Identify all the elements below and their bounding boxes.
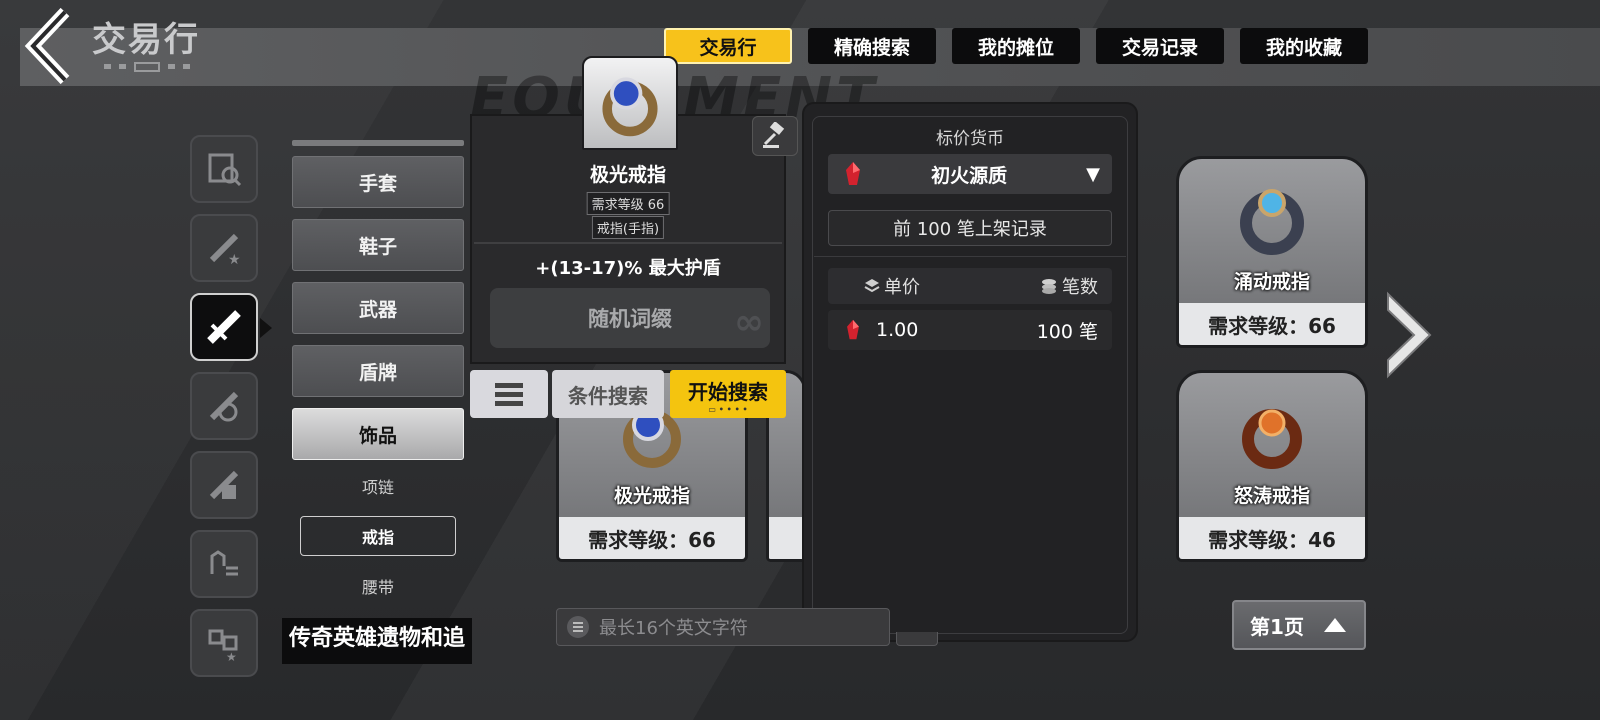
random-affix-field[interactable]: 随机词缀 ∞	[490, 288, 770, 348]
ring-icon	[1232, 395, 1312, 479]
price-column-label: 单价	[884, 277, 920, 298]
menu-button[interactable]	[470, 370, 548, 418]
subcategory-necklace[interactable]: 项链	[300, 466, 456, 506]
subcategory-ring[interactable]: 戒指	[300, 516, 456, 556]
price-column-header: 单价	[864, 273, 920, 299]
auction-hammer-button[interactable]	[752, 116, 798, 156]
page-selector[interactable]: 第1页	[1232, 600, 1366, 650]
category-shield[interactable]: 盾牌	[292, 345, 464, 397]
svg-text:★: ★	[228, 252, 241, 268]
item-affix: +(13-17)% 最大护盾	[535, 258, 721, 279]
puzzle-star-icon[interactable]: ★	[190, 609, 258, 677]
detail-divider	[474, 242, 782, 244]
item-level-tag: 需求等级 66	[586, 192, 670, 215]
item-level: 需求等级：66	[1179, 303, 1365, 345]
sword-star-icon[interactable]: ★	[190, 214, 258, 282]
currency-dropdown[interactable]: 初火源质 ▼	[828, 154, 1112, 194]
price-value: 1.00	[876, 319, 919, 341]
menu-icon	[495, 383, 523, 406]
category-scroll-edge	[292, 140, 464, 146]
category-gloves[interactable]: 手套	[292, 156, 464, 208]
tab-bar: 交易行 精确搜索 我的摊位 交易记录 我的收藏	[664, 28, 1368, 64]
item-level: 需求等级：46	[1179, 517, 1365, 559]
category-weapon[interactable]: 武器	[292, 282, 464, 334]
random-affix-label: 随机词缀	[588, 307, 672, 331]
item-name: 怒涛戒指	[1233, 485, 1310, 507]
tab-precise-search[interactable]: 精确搜索	[808, 28, 936, 64]
search-list-icon[interactable]	[190, 135, 258, 203]
category-legendary-relics-tail	[282, 660, 472, 664]
triangle-up-icon	[1323, 618, 1346, 632]
item-card[interactable]: 涌动戒指 需求等级：66	[1176, 156, 1368, 348]
caret-down-icon: ▼	[1086, 163, 1100, 185]
tab-trade-records[interactable]: 交易记录	[1096, 28, 1224, 64]
selection-arrow-icon	[260, 318, 272, 338]
title-decoration	[104, 62, 190, 72]
category-legendary-relics[interactable]: 传奇英雄遗物和追	[282, 618, 472, 660]
armor-icon[interactable]	[190, 372, 258, 440]
price-row[interactable]: 1.00 100 笔	[828, 310, 1112, 350]
category-shoes[interactable]: 鞋子	[292, 219, 464, 271]
start-search-label: 开始搜索	[688, 380, 768, 404]
next-page-button[interactable]	[1384, 290, 1434, 384]
subcategory-belt[interactable]: 腰带	[300, 566, 456, 606]
page-label: 第1页	[1250, 614, 1304, 639]
search-input[interactable]: 最长16个英文字符	[556, 608, 890, 646]
search-button-edge[interactable]	[896, 632, 938, 646]
ring-icon	[602, 77, 658, 137]
start-search-button[interactable]: 开始搜索 ▭ • • • •	[670, 370, 786, 418]
item-detail-name: 极光戒指	[589, 164, 666, 186]
item-name: 极光戒指	[613, 485, 690, 507]
tab-trading-house[interactable]: 交易行	[664, 28, 792, 64]
ring-icon	[1232, 181, 1312, 265]
item-level-partial	[769, 517, 803, 559]
layers-icon	[864, 279, 880, 293]
chevron-left-icon	[24, 7, 70, 85]
tab-my-favorites[interactable]: 我的收藏	[1240, 28, 1368, 64]
item-level: 需求等级：66	[559, 517, 745, 559]
condition-search-button[interactable]: 条件搜索	[552, 370, 664, 418]
red-crystal-icon	[847, 319, 859, 340]
category-accessory[interactable]: 饰品	[292, 408, 464, 460]
item-detail-image	[582, 56, 678, 150]
count-column-header: 笔数	[1040, 273, 1098, 299]
currency-title: 标价货币	[936, 129, 1004, 149]
hammer-icon	[763, 122, 785, 148]
chevron-right-icon	[1387, 291, 1432, 379]
list-circle-icon	[567, 616, 589, 638]
count-value: 100 笔	[1036, 320, 1098, 343]
recent-records-button[interactable]: 前 100 笔上架记录	[828, 210, 1112, 246]
category-list: 手套 鞋子 武器 盾牌 饰品	[292, 140, 464, 471]
tab-my-stall[interactable]: 我的摊位	[952, 28, 1080, 64]
coins-icon	[1042, 279, 1056, 294]
item-card[interactable]: 怒涛戒指 需求等级：46	[1176, 370, 1368, 562]
price-table-header: 单价 笔数	[828, 268, 1112, 304]
side-icon-column: ★ ★	[190, 135, 258, 688]
svg-text:★: ★	[226, 650, 237, 663]
hand-list-icon[interactable]	[190, 530, 258, 598]
red-crystal-icon	[846, 162, 860, 185]
infinity-icon: ∞	[734, 302, 764, 343]
search-placeholder: 最长16个英文字符	[599, 618, 748, 639]
currency-selected: 初火源质	[931, 164, 1008, 187]
item-type-tag: 戒指(手指)	[591, 216, 665, 239]
subcategory-list: 项链 戒指 腰带	[300, 466, 456, 616]
weapon-icon[interactable]	[190, 451, 258, 519]
count-column-label: 笔数	[1062, 277, 1098, 298]
currency-divider	[814, 256, 1126, 257]
sword-icon[interactable]	[190, 293, 258, 361]
item-name: 涌动戒指	[1233, 271, 1310, 293]
page-title: 交易行	[92, 20, 200, 60]
back-button[interactable]	[18, 4, 80, 88]
start-search-decoration: ▭ • • • •	[708, 405, 748, 414]
